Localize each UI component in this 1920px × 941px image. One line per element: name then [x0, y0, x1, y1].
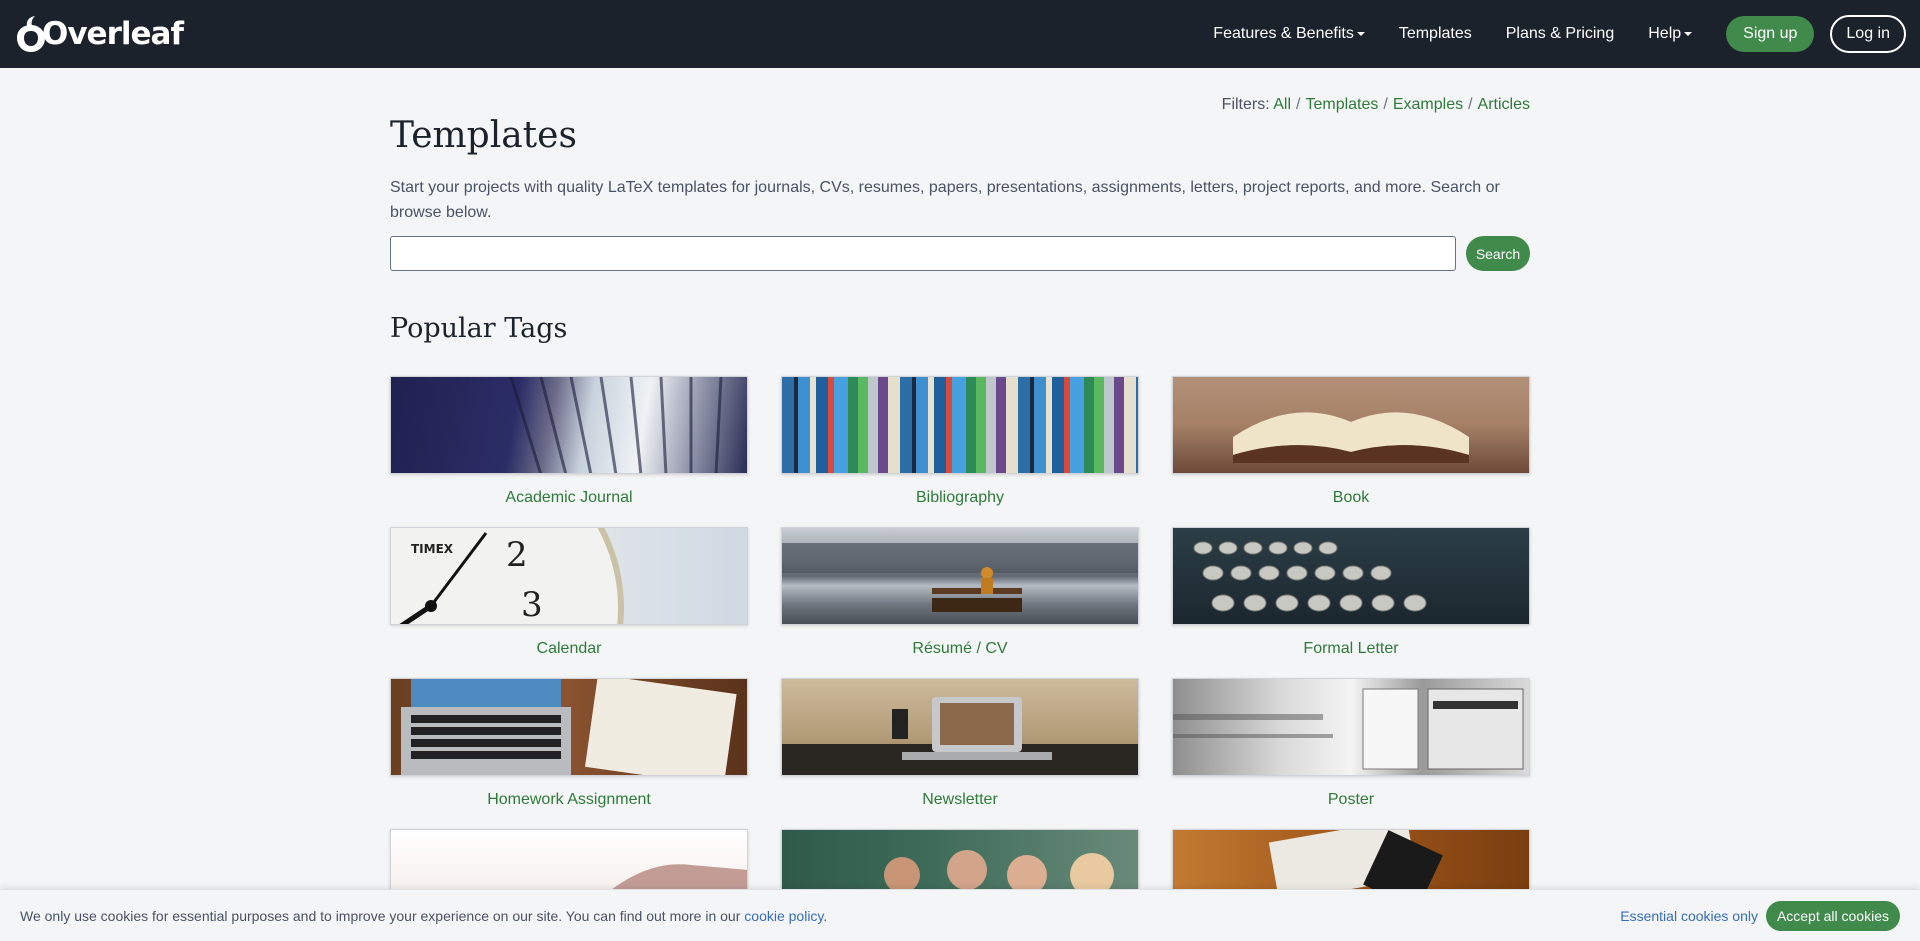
nav-pricing-link[interactable]: Plans & Pricing	[1506, 25, 1615, 43]
caret-down-icon	[1356, 32, 1365, 36]
tag-card-academic-journal[interactable]: Academic Journal	[390, 376, 748, 507]
nav-features-label: Features & Benefits	[1213, 25, 1354, 42]
desk-laptop-photo	[781, 678, 1139, 776]
accept-all-cookies-button[interactable]: Accept all cookies	[1765, 900, 1900, 931]
cookie-period: .	[823, 907, 828, 924]
overleaf-logo[interactable]: Overleaf	[14, 14, 184, 54]
tag-card-book[interactable]: Book	[1172, 376, 1530, 507]
tag-card-poster[interactable]: Poster	[1172, 678, 1530, 809]
filter-separator: /	[1296, 96, 1301, 113]
svg-text:2: 2	[506, 535, 528, 575]
tag-label: Newsletter	[922, 791, 998, 808]
library-photo	[390, 376, 748, 474]
filter-separator: /	[1468, 96, 1473, 113]
nav-menu: Features & Benefits Templates Plans & Pr…	[1213, 0, 1906, 68]
cookie-message-text: We only use cookies for essential purpos…	[20, 907, 741, 924]
svg-text:TIMEX: TIMEX	[411, 542, 454, 556]
nav-help-dropdown[interactable]: Help	[1648, 25, 1693, 43]
poster-wall-photo	[1172, 678, 1530, 776]
filters-bar: Filters: All / Templates / Examples / Articles	[1222, 96, 1530, 114]
tag-card-newsletter[interactable]: Newsletter	[781, 678, 1139, 809]
popular-tags-heading: Popular Tags	[390, 313, 568, 344]
tag-card-calendar[interactable]: TIMEX 2 3 Calendar	[390, 527, 748, 658]
nav-help-label: Help	[1648, 25, 1682, 42]
filter-templates-link[interactable]: Templates	[1305, 96, 1378, 113]
tag-label: Résumé / CV	[912, 640, 1008, 657]
filter-examples-link[interactable]: Examples	[1393, 96, 1463, 113]
tag-card-bibliography[interactable]: Bibliography	[781, 376, 1139, 507]
tag-label: Homework Assignment	[487, 791, 651, 808]
bench-city-photo	[781, 527, 1139, 625]
essential-cookies-button[interactable]: Essential cookies only	[1620, 908, 1758, 924]
top-navbar: Overleaf Features & Benefits Templates P…	[0, 0, 1920, 68]
nav-features-dropdown[interactable]: Features & Benefits	[1213, 25, 1365, 43]
tag-label: Formal Letter	[1303, 640, 1399, 657]
filters-prefix: Filters:	[1221, 96, 1270, 113]
nav-templates-link[interactable]: Templates	[1399, 25, 1472, 43]
bookshelf-photo	[781, 376, 1139, 474]
template-search-input[interactable]	[390, 236, 1456, 271]
tag-label: Poster	[1327, 791, 1375, 808]
filter-separator: /	[1383, 96, 1388, 113]
tag-label: Academic Journal	[505, 489, 633, 506]
svg-text:3: 3	[521, 585, 543, 625]
filter-all-link[interactable]: All	[1273, 96, 1291, 113]
tag-label: Bibliography	[915, 489, 1005, 506]
filter-articles-link[interactable]: Articles	[1478, 96, 1530, 113]
cookie-banner: We only use cookies for essential purpos…	[0, 889, 1920, 941]
page-intro: Start your projects with quality LaTeX t…	[390, 179, 1500, 221]
tag-card-homework-assignment[interactable]: Homework Assignment	[390, 678, 748, 809]
cookie-policy-link[interactable]: cookie policy	[744, 908, 823, 924]
laptop-notebook-photo	[390, 678, 748, 776]
signup-button[interactable]: Sign up	[1726, 16, 1815, 52]
login-button[interactable]: Log in	[1830, 15, 1906, 53]
typewriter-photo	[1172, 527, 1530, 625]
logo-wordmark: Overleaf	[42, 16, 184, 52]
tag-card-formal-letter[interactable]: Formal Letter	[1172, 527, 1530, 658]
tag-label: Book	[1332, 489, 1370, 506]
page-title: Templates	[390, 115, 577, 156]
clock-photo: TIMEX 2 3	[390, 527, 748, 625]
caret-down-icon	[1684, 32, 1693, 36]
search-button[interactable]: Search	[1466, 236, 1530, 271]
cookie-message: We only use cookies for essential purpos…	[20, 908, 827, 924]
tag-card-resume-cv[interactable]: Résumé / CV	[781, 527, 1139, 658]
tag-label: Calendar	[536, 640, 602, 657]
open-book-photo	[1172, 376, 1530, 474]
